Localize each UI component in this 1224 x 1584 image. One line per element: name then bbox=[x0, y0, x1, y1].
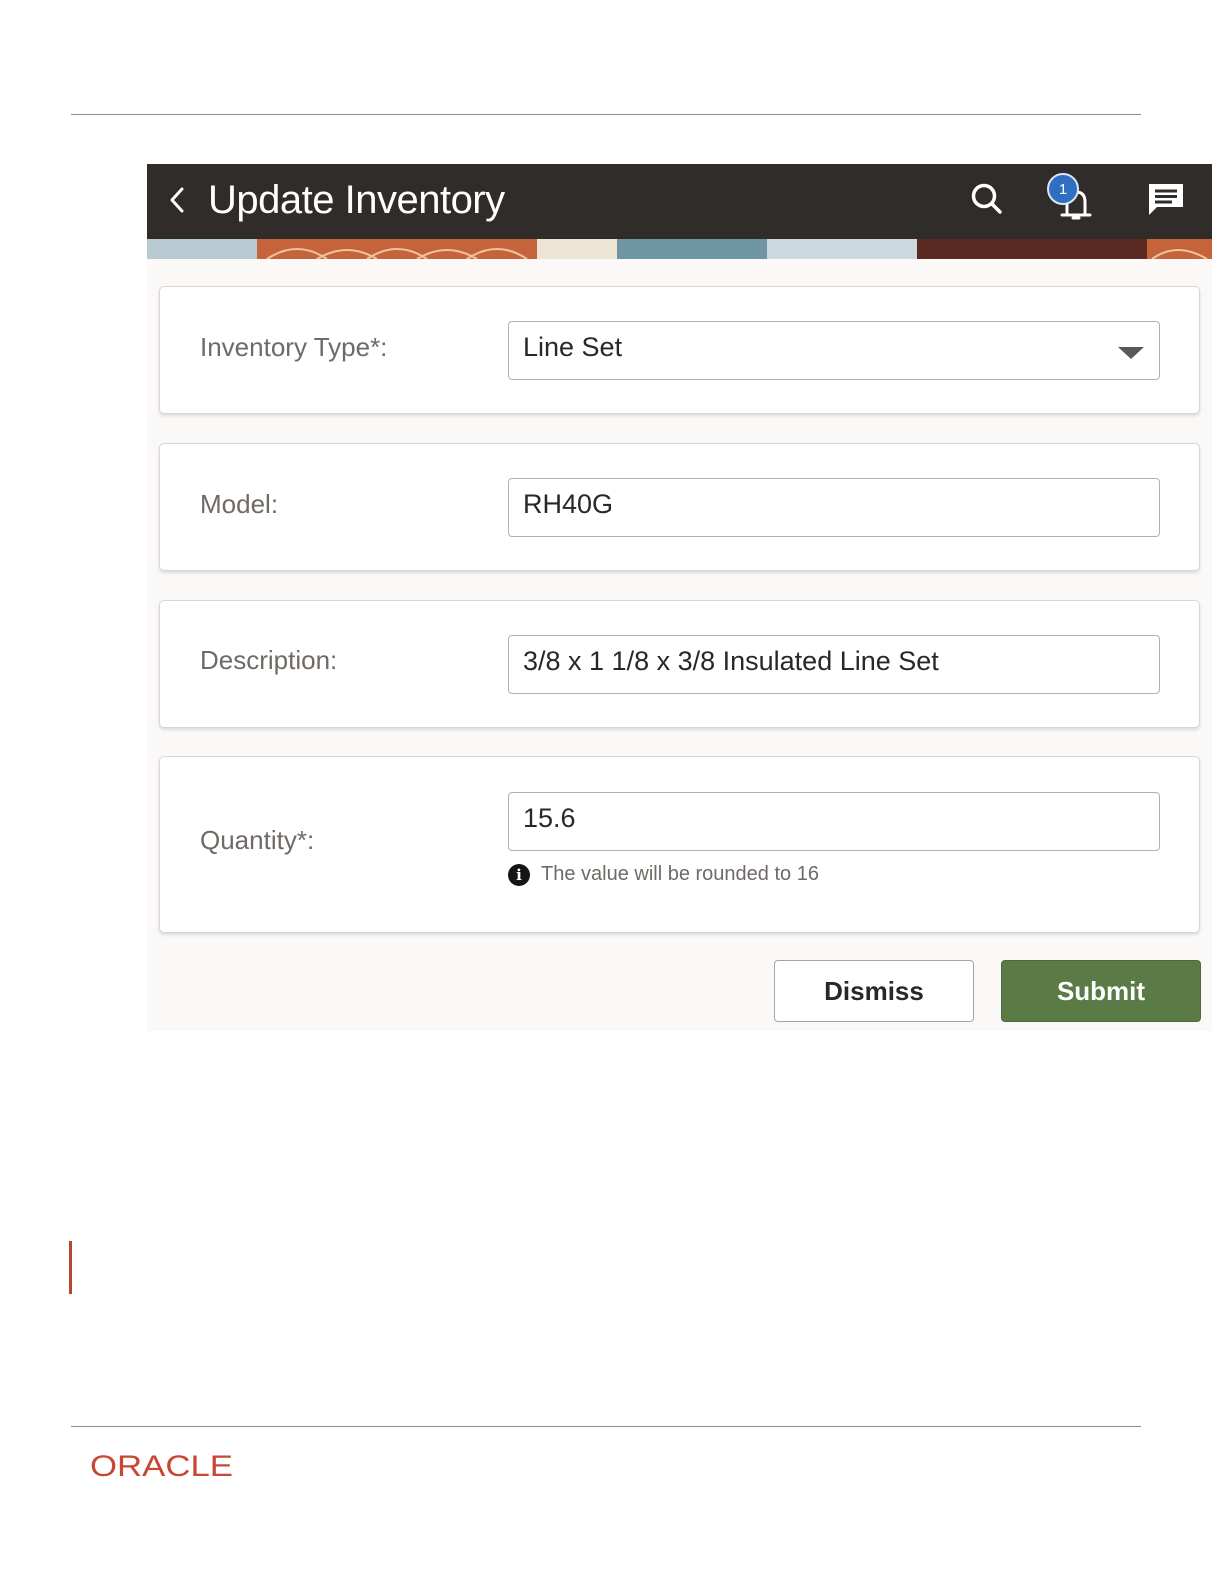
app-window: Update Inventory 1 Inventory Type*: Line… bbox=[147, 164, 1212, 1031]
description-value: 3/8 x 1 1/8 x 3/8 Insulated Line Set bbox=[523, 646, 939, 676]
inventory-type-value: Line Set bbox=[523, 332, 623, 362]
inventory-type-card: Inventory Type*: Line Set bbox=[159, 286, 1200, 414]
quantity-hint: i The value will be rounded to 16 bbox=[508, 863, 819, 886]
top-rule bbox=[71, 114, 1141, 115]
app-header: Update Inventory 1 bbox=[147, 164, 1212, 239]
quantity-hint-text: The value will be rounded to 16 bbox=[541, 863, 819, 885]
notifications-button[interactable]: 1 bbox=[1045, 170, 1097, 222]
change-bar bbox=[69, 1241, 72, 1294]
quantity-card: Quantity*: 15.6 i The value will be roun… bbox=[159, 756, 1200, 933]
dismiss-button[interactable]: Dismiss bbox=[774, 960, 974, 1022]
model-card: Model: RH40G bbox=[159, 443, 1200, 571]
oracle-logo-text: ORACLE bbox=[90, 1453, 233, 1479]
model-input[interactable]: RH40G bbox=[508, 478, 1160, 537]
chat-icon bbox=[1149, 184, 1183, 215]
search-button[interactable] bbox=[969, 181, 1005, 217]
description-input[interactable]: 3/8 x 1 1/8 x 3/8 Insulated Line Set bbox=[508, 635, 1160, 694]
info-icon: i bbox=[508, 863, 530, 886]
back-button[interactable] bbox=[159, 180, 195, 220]
inventory-type-select[interactable]: Line Set bbox=[508, 321, 1160, 380]
quantity-value: 15.6 bbox=[523, 803, 576, 833]
back-chevron-icon bbox=[170, 187, 184, 213]
chat-button[interactable] bbox=[1145, 181, 1187, 219]
chevron-down-icon bbox=[1118, 347, 1144, 359]
description-card: Description: 3/8 x 1 1/8 x 3/8 Insulated… bbox=[159, 600, 1200, 728]
description-label: Description: bbox=[200, 645, 338, 675]
notification-badge: 1 bbox=[1047, 173, 1079, 205]
oracle-logo: ORACLE bbox=[90, 1453, 233, 1479]
quantity-label: Quantity*: bbox=[200, 825, 315, 855]
decorative-banner bbox=[147, 239, 1212, 259]
model-label: Model: bbox=[200, 489, 279, 519]
page-title: Update Inventory bbox=[208, 178, 505, 222]
inventory-type-label: Inventory Type*: bbox=[200, 332, 388, 362]
model-value: RH40G bbox=[523, 489, 614, 519]
quantity-input[interactable]: 15.6 bbox=[508, 792, 1160, 851]
submit-button[interactable]: Submit bbox=[1001, 960, 1201, 1022]
search-icon bbox=[971, 183, 1002, 214]
bottom-rule bbox=[71, 1426, 1141, 1427]
